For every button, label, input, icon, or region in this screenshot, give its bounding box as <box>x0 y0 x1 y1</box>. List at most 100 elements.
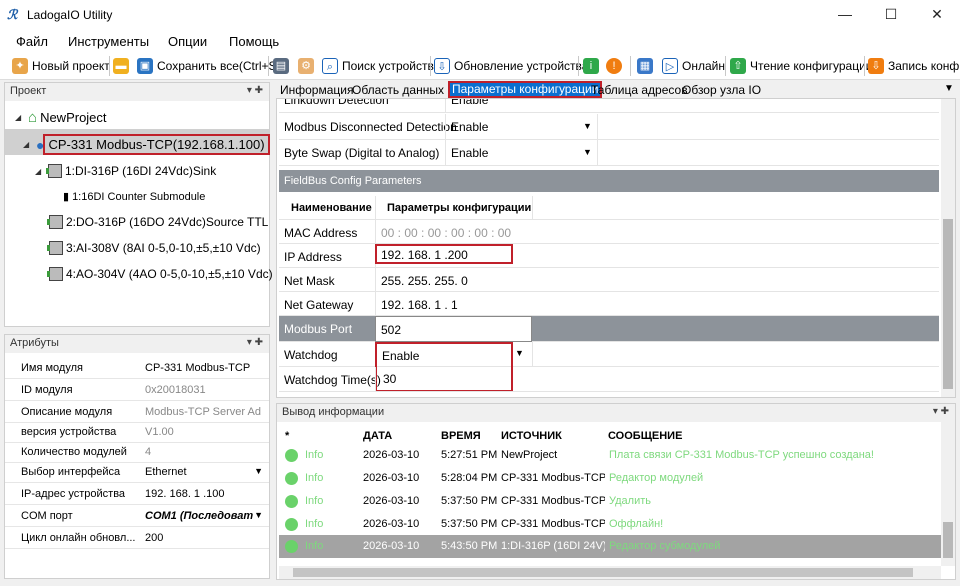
log-date: 2026-03-10 <box>363 540 420 552</box>
status-dot-icon <box>285 495 298 508</box>
save-all-label: Сохранить все(Ctrl+S) <box>157 59 281 73</box>
layout-grid-icon: ▦ <box>637 58 653 74</box>
divider <box>445 99 446 113</box>
output-scrollbar-horizontal[interactable] <box>279 566 941 579</box>
config-row[interactable]: Watchdog Enable ▼ <box>279 342 939 392</box>
chevron-down-icon[interactable]: ▼ <box>583 121 592 131</box>
tree-module-1[interactable]: ◢ 1:DI-316P (16DI 24Vdc)Sink <box>35 164 216 178</box>
config-scrollbar[interactable] <box>941 99 955 397</box>
layout-button[interactable]: ▦ <box>637 57 653 75</box>
attr-key: IP-адрес устройства <box>21 488 126 500</box>
tree-device[interactable]: ◢ ● CP-331 Modbus-TCP(192.168.1.100) <box>23 134 270 155</box>
divider <box>445 140 446 166</box>
module-icon <box>47 215 63 229</box>
com-port-select[interactable]: COM порт COM1 (Последоват ▼ <box>5 505 269 527</box>
log-row-selected[interactable]: Info 2026-03-10 5:43:50 PM 1:DI-316P (16… <box>279 535 941 558</box>
close-button[interactable]: ✕ <box>914 0 960 30</box>
config-row-selected[interactable]: Modbus Port 502 <box>279 316 939 342</box>
tab-info[interactable]: Информация <box>278 83 355 97</box>
read-config-button[interactable]: ⇧ Чтение конфигурации <box>730 57 873 75</box>
status-dot-icon <box>285 449 298 462</box>
tab-menu-icon[interactable]: ▼ <box>942 83 956 94</box>
tree-module-4[interactable]: 4:AO-304V (4AO 0-5,0-10,±5,±10 Vdc) <box>47 267 273 281</box>
tree-module-3[interactable]: 3:AI-308V (8AI 0-5,0-10,±5,±10 Vdc) <box>47 241 261 255</box>
config-row[interactable]: Net Mask 255. 255. 255. 0 <box>279 268 939 294</box>
config-gear-button[interactable]: ⚙ <box>298 57 314 75</box>
home-icon: ⌂ <box>28 109 38 126</box>
divider <box>375 292 376 318</box>
config-row[interactable]: Modbus Disconnected Detection Enable ▼ <box>279 114 939 140</box>
minimize-button[interactable]: — <box>822 0 868 30</box>
pin-icon[interactable]: ▾ ✚ <box>247 85 263 96</box>
attr-value: 0x20018031 <box>145 384 206 396</box>
menu-options[interactable]: Опции <box>168 34 207 49</box>
tab-address-table[interactable]: Таблица адресов <box>589 83 690 97</box>
refresh-cycle-field[interactable]: Цикл онлайн обновл... 200 <box>5 527 269 549</box>
scrollbar-thumb[interactable] <box>943 522 953 558</box>
write-config-button[interactable]: ⇩ Запись конфи <box>868 57 960 75</box>
menu-file[interactable]: Файл <box>16 34 48 49</box>
device-settings-button[interactable]: ▤ <box>273 57 289 75</box>
menu-help[interactable]: Помощь <box>229 34 279 49</box>
collapse-icon[interactable]: ◢ <box>23 140 33 149</box>
tab-io-data[interactable]: Область данных IO <box>350 83 462 97</box>
maximize-button[interactable]: ☐ <box>868 0 914 30</box>
online-label: Онлайн <box>682 59 725 73</box>
tree-submodule[interactable]: ▮ 1:16DI Counter Submodule <box>63 190 205 204</box>
tree-root[interactable]: ◢ ⌂ NewProject <box>15 109 107 126</box>
log-row[interactable]: Info 2026-03-10 5:27:51 PM NewProject Пл… <box>279 444 941 467</box>
open-folder-button[interactable]: ▬ <box>113 57 129 75</box>
update-device-button[interactable]: ⇩ Обновление устройства <box>434 57 588 75</box>
pin-icon[interactable]: ▾ ✚ <box>247 337 263 348</box>
toolbar-separator <box>268 56 269 76</box>
online-button[interactable]: ▷ Онлайн <box>662 57 725 75</box>
ip-address-input[interactable]: 192. 168. 1 .200 <box>375 244 513 264</box>
save-all-button[interactable]: ▣ Сохранить все(Ctrl+S) <box>137 57 281 75</box>
log-date: 2026-03-10 <box>363 449 420 461</box>
net-gateway-input[interactable]: 192. 168. 1 . 1 <box>381 298 458 312</box>
chevron-down-icon[interactable]: ▼ <box>583 147 592 157</box>
config-row[interactable]: Byte Swap (Digital to Analog) Enable ▼ <box>279 140 939 166</box>
log-row[interactable]: Info 2026-03-10 5:37:50 PM CP-331 Modbus… <box>279 513 941 536</box>
gear-icon: ⚙ <box>298 58 314 74</box>
device-ip-field[interactable]: IP-адрес устройства 192. 168. 1 .100 <box>5 483 269 505</box>
attr-key: Количество модулей <box>21 446 127 458</box>
config-row[interactable]: IP Address 192. 168. 1 .200 <box>279 244 939 270</box>
modbus-port-input[interactable]: 502 <box>375 316 532 342</box>
info-button[interactable]: i <box>583 57 599 75</box>
menu-tools[interactable]: Инструменты <box>68 34 149 49</box>
divider <box>375 367 376 392</box>
chevron-down-icon[interactable]: ▼ <box>515 348 524 358</box>
watchdog-time-input[interactable]: 30 <box>383 372 396 386</box>
config-key: Modbus Disconnected Detection <box>284 120 457 134</box>
chevron-down-icon[interactable]: ▼ <box>254 466 263 476</box>
log-row[interactable]: Info 2026-03-10 5:28:04 PM CP-331 Modbus… <box>279 467 941 490</box>
config-row[interactable]: MAC Address 00 : 00 : 00 : 00 : 00 : 00 <box>279 220 939 246</box>
attr-value: CP-331 Modbus-TCP <box>145 362 251 374</box>
warning-button[interactable]: ! <box>606 57 622 75</box>
output-scrollbar-vertical[interactable] <box>941 422 955 566</box>
column-header-source: ИСТОЧНИК <box>501 430 562 442</box>
status-dot-icon <box>285 518 298 531</box>
pin-icon[interactable]: ▾ ✚ <box>933 406 949 417</box>
collapse-icon[interactable]: ◢ <box>15 113 25 122</box>
collapse-icon[interactable]: ◢ <box>35 167 45 176</box>
chevron-down-icon[interactable]: ▼ <box>254 510 263 520</box>
tab-config-params[interactable]: Параметры конфигурации <box>448 81 603 98</box>
config-row[interactable]: Net Gateway 192. 168. 1 . 1 <box>279 292 939 318</box>
online-icon: ▷ <box>662 58 678 74</box>
tab-node-overview[interactable]: Обзор узла IO <box>680 83 763 97</box>
net-mask-input[interactable]: 255. 255. 255. 0 <box>381 274 468 288</box>
tree-module-2[interactable]: 2:DO-316P (16DO 24Vdc)Source TTL <box>47 215 268 229</box>
log-row[interactable]: Info 2026-03-10 5:37:50 PM CP-331 Modbus… <box>279 490 941 513</box>
scrollbar-thumb[interactable] <box>943 219 953 389</box>
log-level: Info <box>305 449 324 461</box>
config-row[interactable]: Linkdown Detection Enable <box>279 99 939 113</box>
search-devices-button[interactable]: ⌕ Поиск устройств <box>322 57 434 75</box>
attributes-panel-title: Атрибуты <box>10 337 59 349</box>
config-row[interactable]: Watchdog Time(s) 30 <box>279 367 939 392</box>
interface-select[interactable]: Выбор интерфейса Ethernet ▼ <box>5 461 269 483</box>
upload-icon: ⇧ <box>730 58 746 74</box>
new-project-button[interactable]: ✦ Новый проект <box>12 57 110 75</box>
scrollbar-thumb[interactable] <box>293 568 913 577</box>
